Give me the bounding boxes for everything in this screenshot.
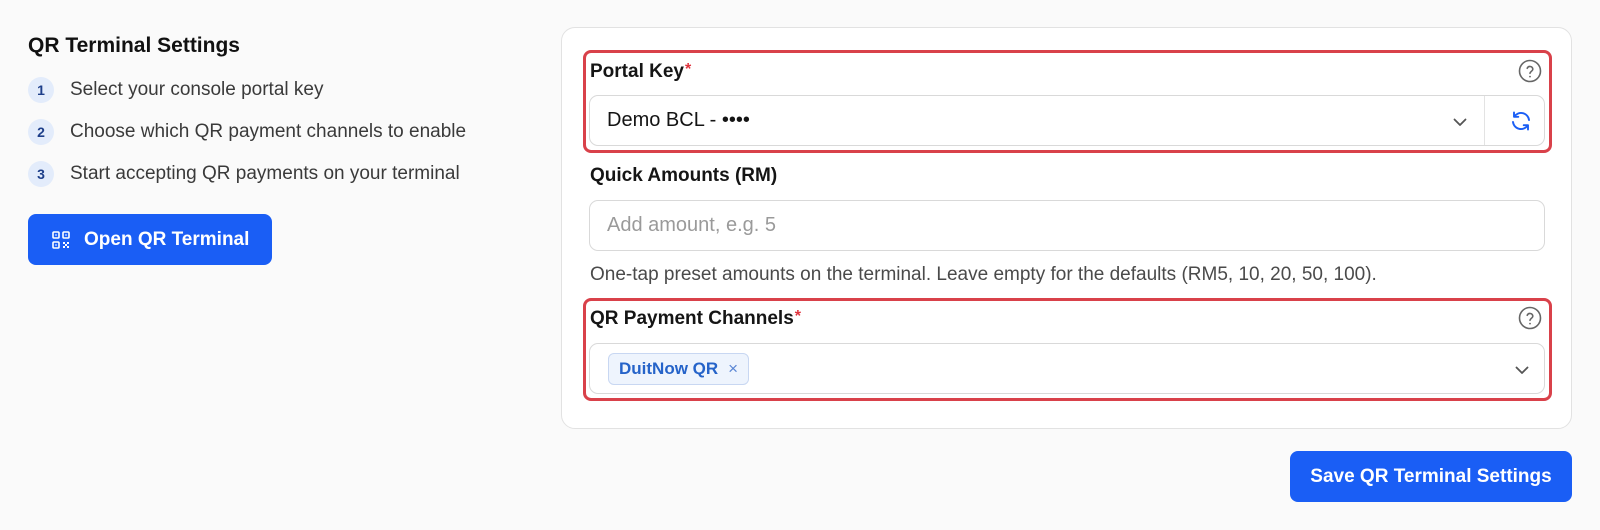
qr-code-icon (52, 230, 70, 249)
refresh-icon[interactable] (1509, 109, 1533, 133)
required-marker: * (794, 308, 802, 325)
qr-channels-label-text: QR Payment Channels (590, 308, 794, 329)
page-title: QR Terminal Settings (28, 34, 240, 57)
question-circle-icon[interactable] (1518, 306, 1542, 330)
step-text: Select your console portal key (70, 79, 324, 100)
step-item: 1 Select your console portal key (28, 76, 528, 104)
step-number: 1 (28, 77, 54, 103)
chevron-down-icon[interactable] (1452, 114, 1468, 130)
step-number: 2 (28, 119, 54, 145)
quick-amounts-input[interactable] (589, 200, 1545, 251)
save-settings-button[interactable]: Save QR Terminal Settings (1290, 451, 1572, 502)
step-text: Choose which QR payment channels to enab… (70, 121, 467, 142)
step-text: Start accepting QR payments on your term… (70, 163, 460, 184)
settings-form-card: Portal Key* Demo BCL - •••• Quick Amount… (561, 27, 1572, 429)
select-divider (1484, 96, 1485, 145)
qr-channels-select[interactable]: DuitNow QR × (589, 343, 1545, 394)
qr-channels-label: QR Payment Channels* (590, 308, 801, 330)
open-qr-terminal-button[interactable]: Open QR Terminal (28, 214, 273, 265)
channel-tag: DuitNow QR × (608, 353, 750, 385)
quick-amounts-label: Quick Amounts (RM) (590, 165, 778, 186)
step-item: 3 Start accepting QR payments on your te… (28, 160, 528, 188)
quick-amounts-hint: One-tap preset amounts on the terminal. … (590, 264, 1377, 285)
chevron-down-icon[interactable] (1514, 362, 1530, 378)
open-qr-terminal-label: Open QR Terminal (84, 228, 250, 250)
remove-tag-icon[interactable]: × (728, 359, 738, 379)
channel-tag-label: DuitNow QR (619, 359, 719, 378)
steps-list: 1 Select your console portal key 2 Choos… (28, 76, 528, 188)
portal-key-label-text: Portal Key (590, 61, 684, 82)
portal-key-value: Demo BCL - •••• (607, 109, 750, 131)
question-circle-icon[interactable] (1518, 59, 1542, 83)
portal-key-label: Portal Key* (590, 61, 691, 83)
step-item: 2 Choose which QR payment channels to en… (28, 118, 528, 146)
step-number: 3 (28, 161, 54, 187)
portal-key-select[interactable]: Demo BCL - •••• (589, 95, 1545, 146)
qr-terminal-settings-page: QR Terminal Settings 1 Select your conso… (0, 0, 1600, 530)
settings-intro: QR Terminal Settings 1 Select your conso… (28, 30, 528, 265)
required-marker: * (684, 61, 692, 78)
